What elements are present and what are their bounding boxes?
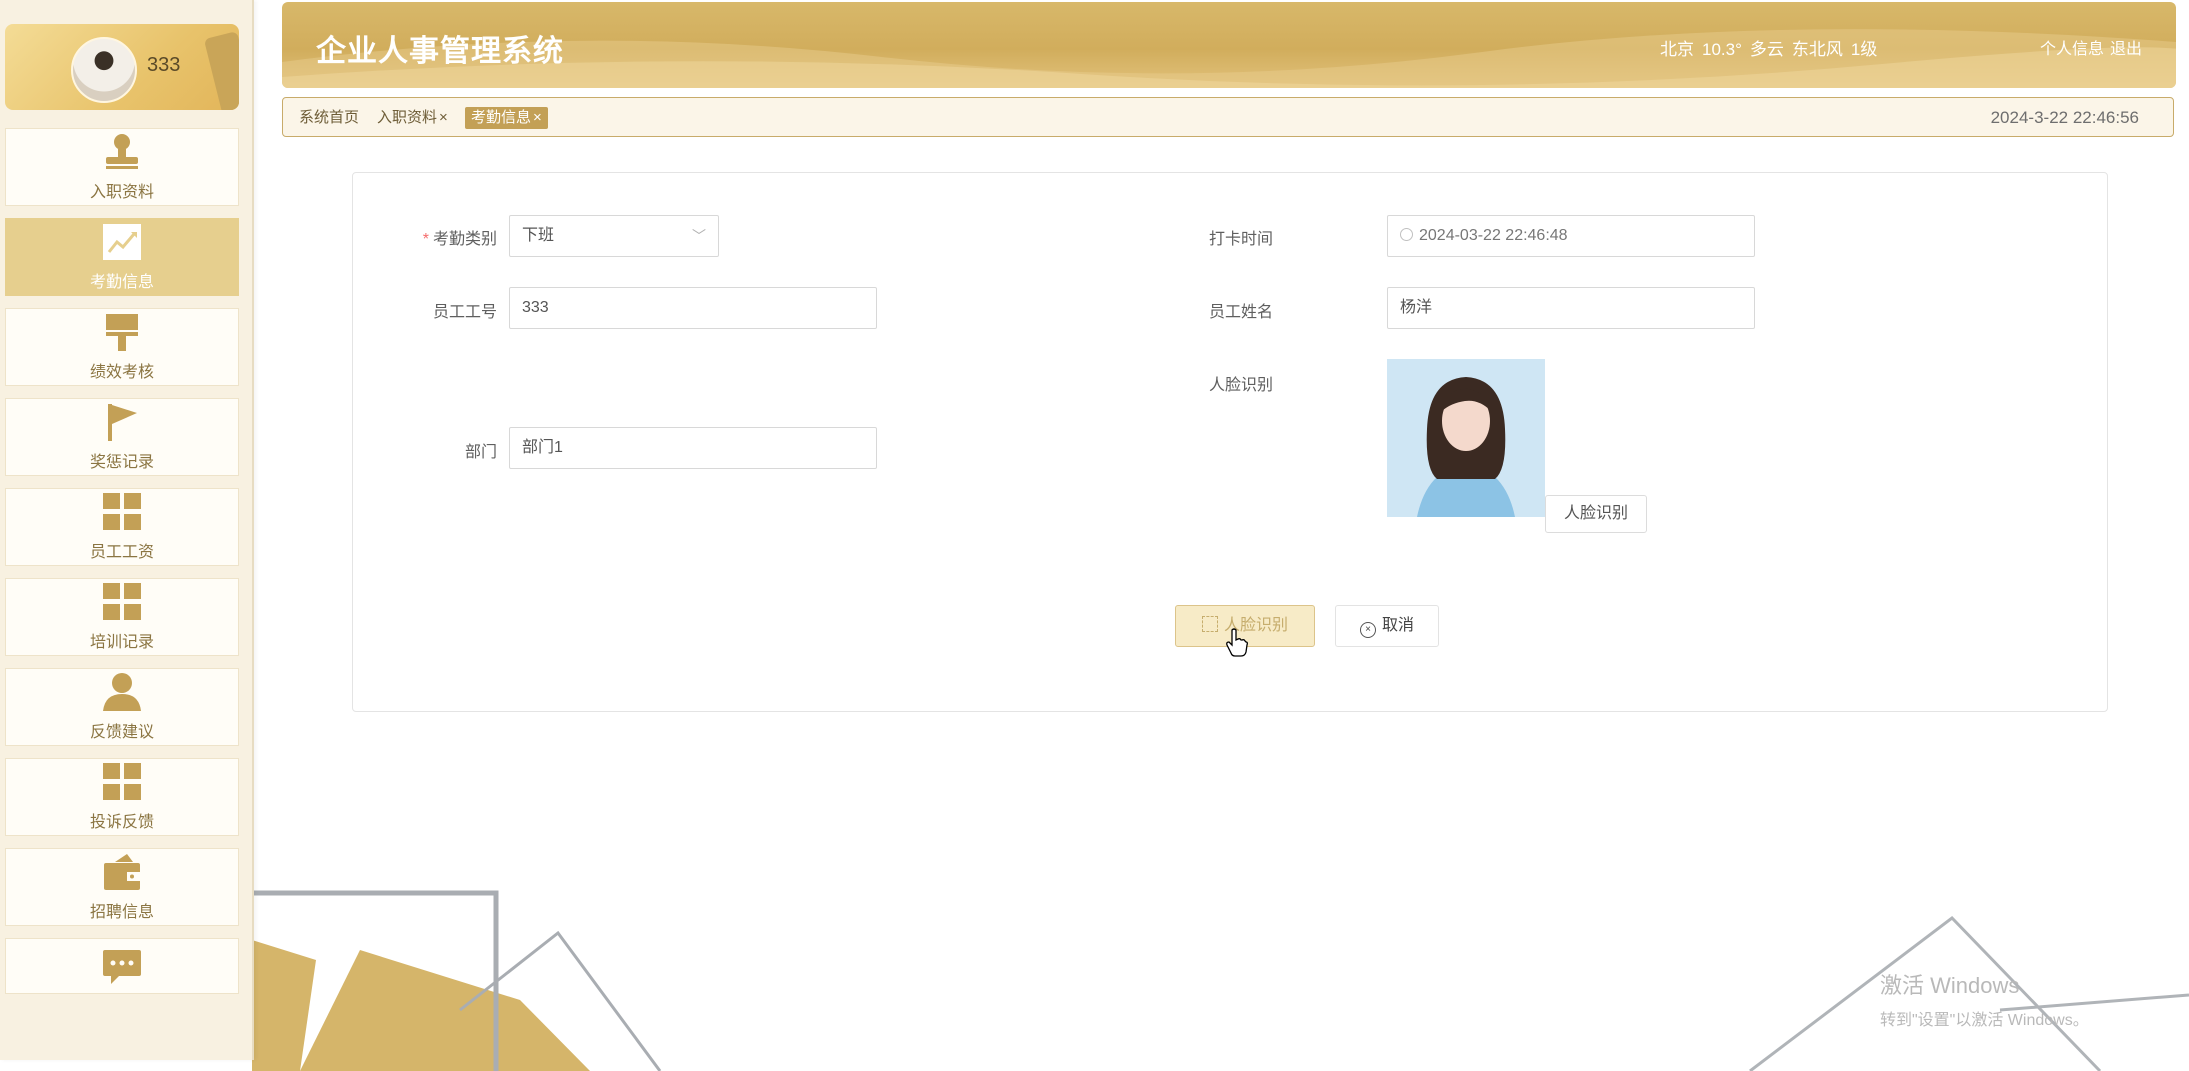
punch-time-value: 2024-03-22 22:46:48 [1419,227,1568,244]
face-recognition-upload-button[interactable]: 人脸识别 [1545,495,1647,533]
windows-activation-watermark: 激活 Windows 转到"设置"以激活 Windows。 [1880,968,2089,1030]
grid-icon [103,763,141,800]
sidebar-item-label: 员工工资 [89,544,154,561]
sidebar-item-label: 入职资料 [89,184,154,201]
weather-wind: 东北风 [1791,40,1843,59]
required-mark: * [422,231,429,248]
emp-name-label: 员工姓名 [1208,304,1273,321]
close-icon[interactable]: × [533,109,542,126]
dept-value: 部门1 [522,439,563,456]
tab-label: 考勤信息 [471,109,532,126]
sidebar-item-feedback[interactable]: 反馈建议 [5,668,239,746]
sidebar-item-performance[interactable]: 绩效考核 [5,308,239,386]
face-photo-image [1387,359,1545,517]
sidebar-item-recruitment[interactable]: 招聘信息 [5,848,239,926]
cancel-button[interactable]: × 取消 [1335,605,1439,647]
wallet-icon [104,854,140,890]
chart-trend-icon [103,224,141,260]
sidebar-item-attendance[interactable]: 考勤信息 [5,218,239,296]
card-decoration [203,31,239,110]
sidebar-item-label: 绩效考核 [89,364,154,381]
tag-bar: 系统首页 入职资料 × 考勤信息 × 2024-3-22 22:46:56 [282,97,2174,137]
type-select[interactable]: 下班 ﹀ [509,215,719,257]
punch-time-field[interactable]: 2024-03-22 22:46:48 [1387,215,1755,257]
dept-label: 部门 [464,444,497,461]
close-circle-icon: × [1359,622,1376,638]
avatar [71,37,137,103]
logout-link[interactable]: 退出 [2110,41,2142,58]
person-stamp-icon [106,134,138,169]
emp-no-label: 员工工号 [432,304,497,321]
app-title: 企业人事管理系统 [316,35,564,68]
sidebar-item-training[interactable]: 培训记录 [5,578,239,656]
dept-field[interactable]: 部门1 [509,427,877,469]
sidebar: 333 入职资料 考勤信息 绩效考核 奖惩记录 员工工资 培训记录 反馈建议 投… [0,0,254,1060]
type-select-value: 下班 [522,227,555,244]
tab-onboarding[interactable]: 入职资料 × [371,107,454,129]
watermark-line1: 激活 Windows [1880,973,2020,998]
weather-info: 北京 10.3° 多云 东北风 1级 [1660,35,1885,60]
sidebar-menu: 入职资料 考勤信息 绩效考核 奖惩记录 员工工资 培训记录 反馈建议 投诉反馈 [5,128,239,1006]
emp-name-value: 杨洋 [1400,299,1433,316]
chevron-down-icon: ﹀ [692,228,706,244]
user-icon [103,673,141,711]
type-label-text: 考勤类别 [432,231,497,248]
cancel-label: 取消 [1381,617,1414,634]
face-label: 人脸识别 [1208,377,1273,394]
emp-name-field[interactable]: 杨洋 [1387,287,1755,329]
sidebar-item-label: 考勤信息 [89,274,154,291]
sidebar-item-salary[interactable]: 员工工资 [5,488,239,566]
current-datetime: 2024-3-22 22:46:56 [1990,108,2139,127]
sidebar-item-onboarding[interactable]: 入职资料 [5,128,239,206]
top-header: 企业人事管理系统 北京 10.3° 多云 东北风 1级 个人信息 退出 [282,2,2176,88]
sidebar-item-messages[interactable] [5,938,239,994]
grid-icon [103,493,141,530]
tab-label: 系统首页 [299,109,360,126]
brush-icon [106,314,138,351]
user-card[interactable]: 333 [5,24,239,110]
header-wave-decoration [282,29,2176,88]
close-icon[interactable]: × [439,109,448,126]
weather-city: 北京 [1660,40,1694,59]
sidebar-item-complaints[interactable]: 投诉反馈 [5,758,239,836]
hand-cursor-icon [1226,628,1248,657]
scan-icon [1201,616,1218,632]
weather-temp: 10.3° [1702,40,1742,59]
type-label: * 考勤类别 [377,225,497,249]
watermark-line2: 转到"设置"以激活 Windows。 [1880,1012,2089,1029]
sidebar-item-label: 反馈建议 [89,724,154,741]
punch-time-label: 打卡时间 [1208,231,1273,248]
sidebar-item-label: 培训记录 [89,634,154,651]
sidebar-item-label: 招聘信息 [89,904,154,921]
chat-icon [103,950,141,984]
flag-icon [108,404,137,441]
face-photo [1387,359,1545,517]
tab-home[interactable]: 系统首页 [293,107,365,129]
sidebar-item-label: 投诉反馈 [89,814,154,831]
sidebar-item-label: 奖惩记录 [89,454,154,471]
clock-icon [1400,228,1413,241]
weather-level: 1级 [1850,40,1878,59]
tab-label: 入职资料 [377,109,438,126]
profile-link[interactable]: 个人信息 [2040,41,2104,58]
emp-no-field[interactable]: 333 [509,287,877,329]
emp-no-value: 333 [522,299,549,316]
sidebar-item-rewards[interactable]: 奖惩记录 [5,398,239,476]
tab-attendance[interactable]: 考勤信息 × [465,107,548,129]
weather-condition: 多云 [1749,40,1784,59]
user-name: 333 [147,54,181,76]
header-links: 个人信息 退出 [2034,35,2142,59]
grid-icon [103,583,141,620]
